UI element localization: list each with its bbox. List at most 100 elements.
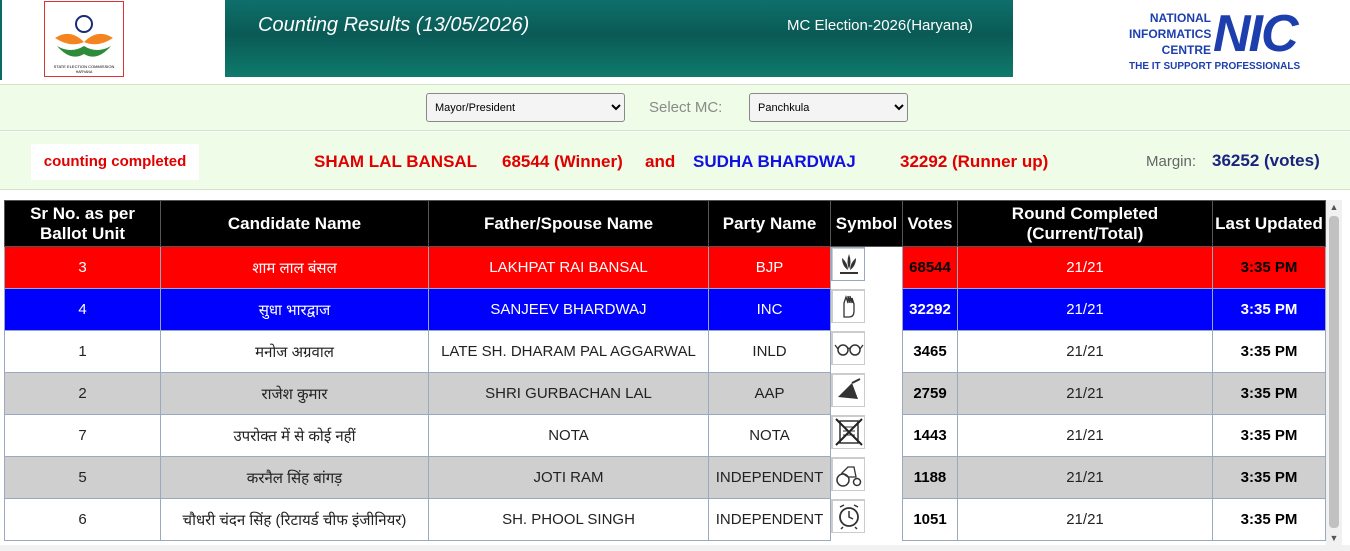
cell-symbol (831, 372, 865, 407)
col-father: Father/Spouse Name (428, 200, 709, 247)
tractor-icon (832, 457, 864, 490)
cell-symbol (831, 456, 865, 491)
select-mc-label: Select MC: (649, 99, 723, 116)
cell-updated: 3:35 PM (1212, 288, 1326, 331)
page-title: Counting Results (13/05/2026) (258, 14, 530, 36)
col-round: Round Completed (Current/Total) (957, 200, 1213, 247)
cell-candidate: मनोज अग्रवाल (160, 330, 429, 373)
vertical-scrollbar[interactable]: ▲ ▼ (1326, 200, 1342, 545)
result-summary: counting completed SHAM LAL BANSAL 68544… (0, 132, 1350, 190)
cell-round: 21/21 (957, 246, 1213, 289)
cell-sr: 5 (4, 456, 161, 499)
cell-votes: 2759 (902, 372, 958, 415)
cell-sr: 1 (4, 330, 161, 373)
scrollbar-thumb[interactable] (1329, 216, 1339, 528)
cell-father: LATE SH. DHARAM PAL AGGARWAL (428, 330, 709, 373)
cell-updated: 3:35 PM (1212, 456, 1326, 499)
scroll-down-icon[interactable]: ▼ (1326, 531, 1342, 545)
nic-wordmark: NIC (1213, 5, 1299, 63)
header-banner: Counting Results (13/05/2026) MC Electio… (225, 0, 1013, 77)
cell-father: SANJEEV BHARDWAJ (428, 288, 709, 331)
cell-sr: 3 (4, 246, 161, 289)
svg-text:STATE ELECTION COMMISSION: STATE ELECTION COMMISSION (54, 64, 115, 69)
page-header: STATE ELECTION COMMISSION HARYANA Counti… (0, 0, 1350, 80)
hand-icon (832, 289, 864, 322)
cell-round: 21/21 (957, 498, 1213, 541)
results-table-container: Sr No. as per Ballot Unit Candidate Name… (4, 200, 1326, 545)
cell-symbol (831, 288, 865, 323)
cell-updated: 3:35 PM (1212, 372, 1326, 415)
nic-tagline: THE IT SUPPORT PROFESSIONALS (1129, 61, 1301, 72)
nic-logo: NATIONAL INFORMATICS CENTRE NIC THE IT S… (1129, 8, 1313, 74)
spectacles-icon (832, 331, 864, 364)
table-header-row: Sr No. as per Ballot Unit Candidate Name… (4, 200, 1326, 247)
table-row: 2 राजेश कुमार SHRI GURBACHAN LAL AAP 2759 21/… (4, 372, 1326, 415)
cell-father: SH. PHOOL SINGH (428, 498, 709, 541)
cell-father: JOTI RAM (428, 456, 709, 499)
nic-line3: CENTRE (1161, 43, 1211, 57)
table-row: 5 करनैल सिंह बांगड़ JOTI RAM INDEPENDENT 118… (4, 456, 1326, 499)
cell-candidate: सुधा भारद्वाज (160, 288, 429, 331)
filter-bar: Mayor/President Select MC: Panchkula (0, 84, 1350, 131)
nic-line2: INFORMATICS (1129, 27, 1212, 41)
cell-party: INC (708, 288, 831, 331)
cell-round: 21/21 (957, 372, 1213, 415)
cell-symbol (831, 330, 865, 365)
cell-sr: 4 (4, 288, 161, 331)
runner-votes: 32292 (Runner up) (900, 152, 1049, 171)
table-row: 3 शाम लाल बंसल LAKHPAT RAI BANSAL BJP 68544 2… (4, 246, 1326, 289)
table-row: 7 उपरोक्त में से कोई नहीं NOTA NOTA 1443 21/2… (4, 414, 1326, 457)
winner-name: SHAM LAL BANSAL (314, 152, 478, 171)
col-symbol: Symbol (830, 200, 903, 247)
nota-icon (832, 415, 864, 448)
scroll-up-icon[interactable]: ▲ (1326, 200, 1342, 214)
col-candidate: Candidate Name (160, 200, 429, 247)
col-updated: Last Updated (1212, 200, 1326, 247)
table-row: 4 सुधा भारद्वाज SANJEEV BHARDWAJ INC 32292 21… (4, 288, 1326, 331)
cell-party: AAP (708, 372, 831, 415)
cell-candidate: शाम लाल बंसल (160, 246, 429, 289)
cell-candidate: चौधरी चंदन सिंह (रिटायर्ड चीफ इंजीनियर) (160, 498, 429, 541)
winner-votes: 68544 (Winner) (502, 152, 623, 171)
cell-party: INDEPENDENT (708, 456, 831, 499)
cell-party: BJP (708, 246, 831, 289)
state-election-commission-logo: STATE ELECTION COMMISSION HARYANA (44, 1, 124, 77)
and-label: and (645, 152, 676, 171)
results-table: Sr No. as per Ballot Unit Candidate Name… (4, 200, 1326, 541)
cell-votes: 1443 (902, 414, 958, 457)
cell-sr: 7 (4, 414, 161, 457)
cell-father: SHRI GURBACHAN LAL (428, 372, 709, 415)
cell-updated: 3:35 PM (1212, 498, 1326, 541)
cell-round: 21/21 (957, 330, 1213, 373)
post-select[interactable]: Mayor/President (426, 93, 625, 122)
cell-updated: 3:35 PM (1212, 414, 1326, 457)
nic-line1: NATIONAL (1149, 11, 1211, 25)
mc-select[interactable]: Panchkula (749, 93, 908, 122)
col-sr: Sr No. as per Ballot Unit (4, 200, 161, 247)
runner-name: SUDHA BHARDWAJ (693, 152, 856, 171)
cell-party: NOTA (708, 414, 831, 457)
horizontal-scrollbar[interactable] (0, 545, 1350, 551)
margin-label: Margin: (1146, 153, 1197, 170)
cell-round: 21/21 (957, 456, 1213, 499)
cell-party: INLD (708, 330, 831, 373)
cell-votes: 3465 (902, 330, 958, 373)
alarm-clock-icon (832, 499, 864, 532)
election-name: MC Election-2026(Haryana) (787, 17, 973, 34)
cell-votes: 1188 (902, 456, 958, 499)
cell-symbol (831, 247, 865, 281)
cell-father: LAKHPAT RAI BANSAL (428, 246, 709, 289)
cell-father: NOTA (428, 414, 709, 457)
table-row: 1 मनोज अग्रवाल LATE SH. DHARAM PAL AGGARWA… (4, 330, 1326, 373)
cell-votes: 68544 (902, 246, 958, 289)
cell-votes: 1051 (902, 498, 958, 541)
lotus-icon (832, 248, 864, 280)
counting-status-badge: counting completed (31, 144, 199, 180)
col-party: Party Name (708, 200, 831, 247)
cell-party: INDEPENDENT (708, 498, 831, 541)
broom-icon (832, 373, 864, 406)
svg-text:HARYANA: HARYANA (76, 70, 93, 74)
cell-candidate: करनैल सिंह बांगड़ (160, 456, 429, 499)
table-row: 6 चौधरी चंदन सिंह (रिटायर्ड चीफ इंजीनियर)… (4, 498, 1326, 541)
cell-round: 21/21 (957, 414, 1213, 457)
